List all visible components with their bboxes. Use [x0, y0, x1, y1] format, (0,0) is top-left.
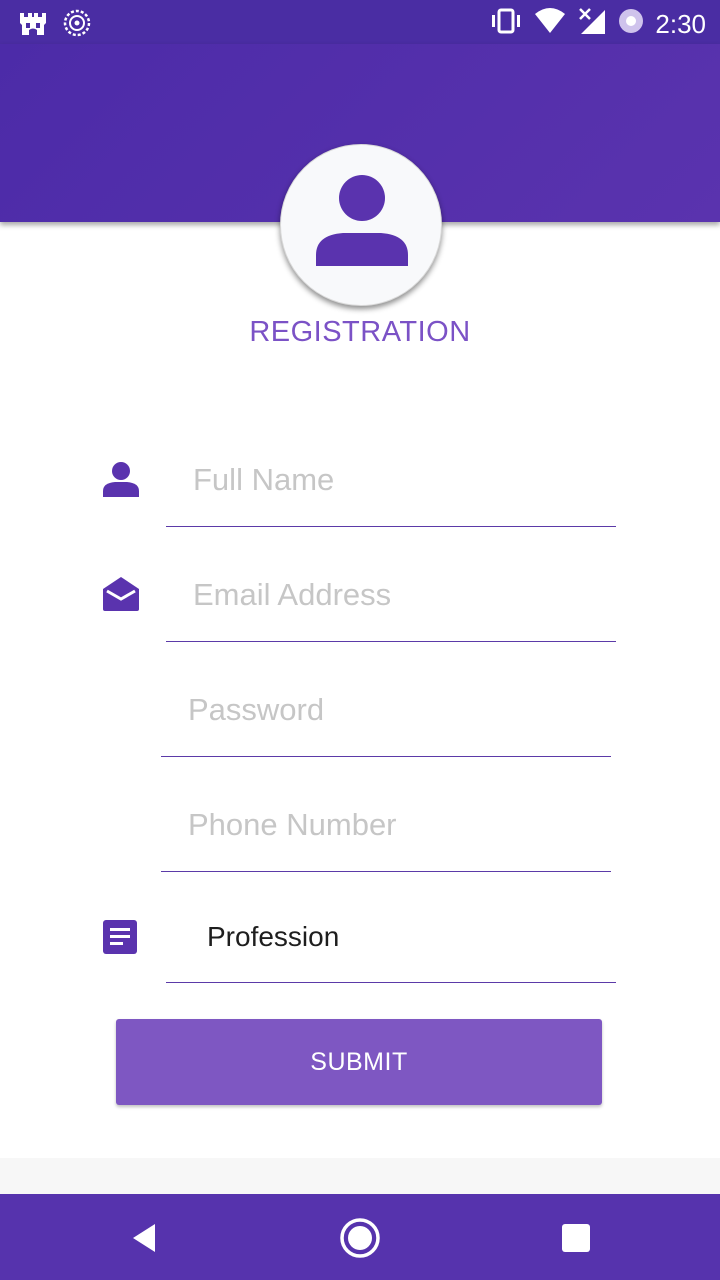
submit-button[interactable]: SUBMIT — [116, 1019, 602, 1105]
navigation-bar — [0, 1194, 720, 1280]
phone-input[interactable] — [188, 803, 588, 847]
page-title: REGISTRATION — [249, 316, 471, 348]
email-input[interactable] — [193, 573, 593, 617]
full-name-row — [0, 440, 720, 530]
status-bar: 2:30 — [0, 0, 720, 44]
registration-screen: 2:30 REGISTRATION Full Name Email Addres… — [0, 0, 720, 1280]
status-left-icons — [18, 8, 92, 43]
record-icon — [617, 7, 645, 40]
vibrate-icon — [489, 6, 523, 41]
phone-underline — [161, 871, 611, 872]
castle-notification-icon — [18, 9, 48, 42]
person-icon — [316, 175, 408, 266]
document-icon — [101, 918, 141, 958]
back-icon[interactable] — [120, 1214, 168, 1262]
profession-underline — [166, 982, 616, 983]
email-underline — [166, 641, 616, 642]
phone-row — [0, 785, 720, 875]
bottom-strip — [0, 1158, 720, 1194]
recents-icon[interactable] — [552, 1214, 600, 1262]
status-time: 2:30 — [655, 8, 706, 39]
email-row — [0, 555, 720, 645]
status-right-icons: 2:30 — [489, 6, 706, 41]
person-icon — [101, 460, 141, 500]
no-signal-icon — [577, 6, 607, 41]
password-underline — [161, 756, 611, 757]
open-mail-icon — [101, 573, 141, 613]
avatar[interactable] — [280, 144, 442, 306]
profession-row[interactable]: Profession — [0, 896, 720, 986]
full-name-underline — [166, 526, 616, 527]
password-input[interactable] — [188, 688, 588, 732]
home-icon[interactable] — [336, 1214, 384, 1262]
spiral-notification-icon — [62, 8, 92, 43]
profession-select-value[interactable]: Profession — [207, 921, 339, 953]
wifi-icon — [533, 6, 567, 41]
full-name-input[interactable] — [193, 458, 593, 502]
password-row — [0, 670, 720, 760]
